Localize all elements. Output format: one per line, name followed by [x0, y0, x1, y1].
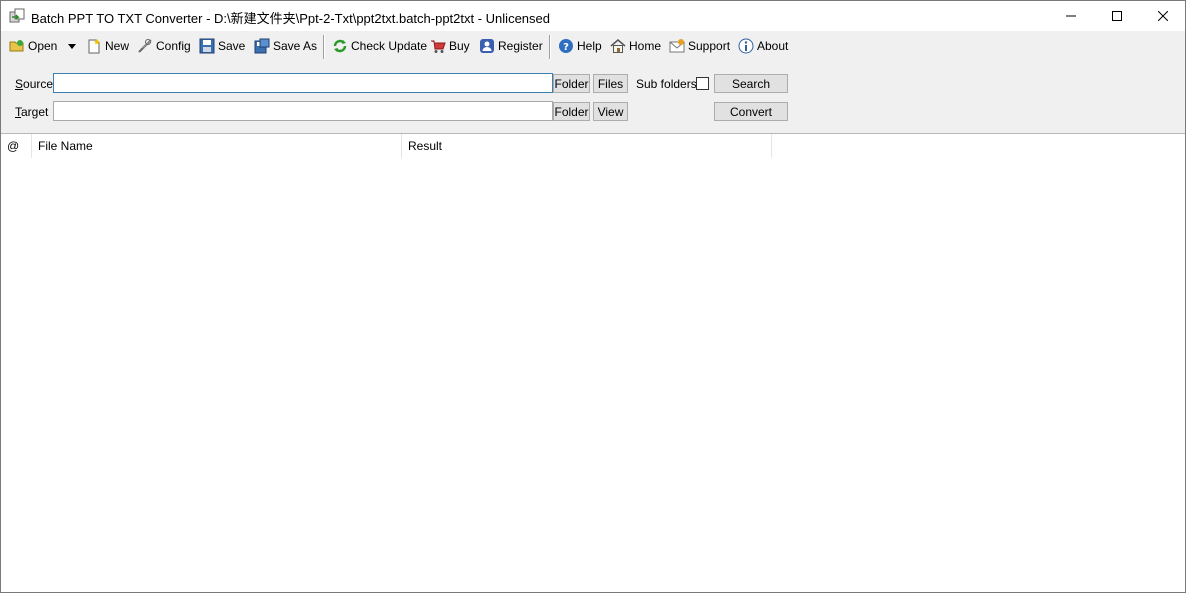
help-label: Help: [577, 39, 602, 53]
toolbar-separator: [323, 35, 325, 59]
support-mail-icon: [669, 38, 685, 54]
about-button[interactable]: About: [738, 34, 788, 58]
save-disk-icon: [199, 38, 215, 54]
register-user-icon: [479, 38, 495, 54]
help-button[interactable]: ? Help: [558, 34, 602, 58]
save-as-button[interactable]: Save As: [254, 34, 317, 58]
column-header-status[interactable]: @: [1, 134, 32, 158]
save-as-icon: [254, 38, 270, 54]
open-folder-icon: [9, 38, 25, 54]
register-button[interactable]: Register: [479, 34, 543, 58]
source-label-rest: ource: [23, 77, 54, 91]
check-update-button[interactable]: Check Update: [332, 34, 427, 58]
new-document-icon: [86, 38, 102, 54]
help-icon: ?: [558, 38, 574, 54]
column-header-result-label: Result: [408, 139, 443, 153]
svg-text:?: ?: [563, 42, 569, 53]
config-label: Config: [156, 39, 191, 53]
maximize-icon: [1112, 11, 1122, 21]
chevron-down-icon: [68, 43, 76, 49]
minimize-icon: [1066, 15, 1076, 17]
target-label: Target: [15, 105, 48, 119]
new-button[interactable]: New: [86, 34, 129, 58]
subfolders-checkbox[interactable]: [696, 77, 709, 90]
home-label: Home: [629, 39, 662, 53]
buy-label: Buy: [449, 39, 470, 53]
close-button[interactable]: [1140, 1, 1186, 31]
shopping-cart-icon: [430, 38, 446, 54]
register-label: Register: [498, 39, 543, 53]
search-button[interactable]: Search: [714, 74, 788, 93]
subfolders-label: Sub folders: [636, 77, 697, 91]
source-input[interactable]: [53, 73, 553, 93]
close-icon: [1158, 11, 1168, 21]
check-update-label: Check Update: [351, 39, 428, 53]
toolbar-separator: [549, 35, 551, 59]
source-folder-button[interactable]: Folder: [553, 74, 590, 93]
config-button[interactable]: Config: [137, 34, 191, 58]
toolbar: Open New Config Save Save As Check Updat…: [1, 31, 1185, 62]
source-target-panel: Source Folder Files Sub folders Search T…: [1, 62, 1185, 134]
column-header-file-name-label: File Name: [38, 139, 93, 153]
file-list-header: @ File Name Result: [1, 134, 772, 158]
home-icon: [610, 38, 626, 54]
open-button[interactable]: Open: [9, 34, 57, 58]
source-files-button[interactable]: Files: [593, 74, 628, 93]
save-button[interactable]: Save: [199, 34, 245, 58]
column-header-status-label: @: [7, 139, 20, 153]
window-title: Batch PPT TO TXT Converter - D:\新建文件夹\Pp…: [31, 11, 550, 26]
home-button[interactable]: Home: [610, 34, 661, 58]
target-label-rest: arget: [21, 105, 49, 119]
convert-button[interactable]: Convert: [714, 102, 788, 121]
column-header-file-name[interactable]: File Name: [32, 134, 402, 158]
minimize-button[interactable]: [1048, 1, 1094, 31]
target-folder-button[interactable]: Folder: [553, 102, 590, 121]
info-icon: [738, 38, 754, 54]
open-label: Open: [28, 39, 58, 53]
maximize-button[interactable]: [1094, 1, 1140, 31]
app-icon: [9, 8, 25, 24]
support-label: Support: [688, 39, 731, 53]
new-label: New: [105, 39, 130, 53]
target-input[interactable]: [53, 101, 553, 121]
title-bar: Batch PPT TO TXT Converter - D:\新建文件夹\Pp…: [1, 1, 1185, 31]
support-button[interactable]: Support: [669, 34, 730, 58]
save-label: Save: [218, 39, 246, 53]
about-label: About: [757, 39, 789, 53]
buy-button[interactable]: Buy: [430, 34, 470, 58]
source-label-accel: S: [15, 77, 24, 91]
column-header-result[interactable]: Result: [402, 134, 772, 158]
save-as-label: Save As: [273, 39, 318, 53]
file-list[interactable]: [1, 158, 1185, 592]
source-label: Source: [15, 77, 53, 91]
tools-icon: [137, 38, 153, 54]
app-window: Batch PPT TO TXT Converter - D:\新建文件夹\Pp…: [0, 0, 1186, 593]
refresh-icon: [332, 38, 348, 54]
target-view-button[interactable]: View: [593, 102, 628, 121]
open-dropdown-button[interactable]: [68, 34, 76, 58]
